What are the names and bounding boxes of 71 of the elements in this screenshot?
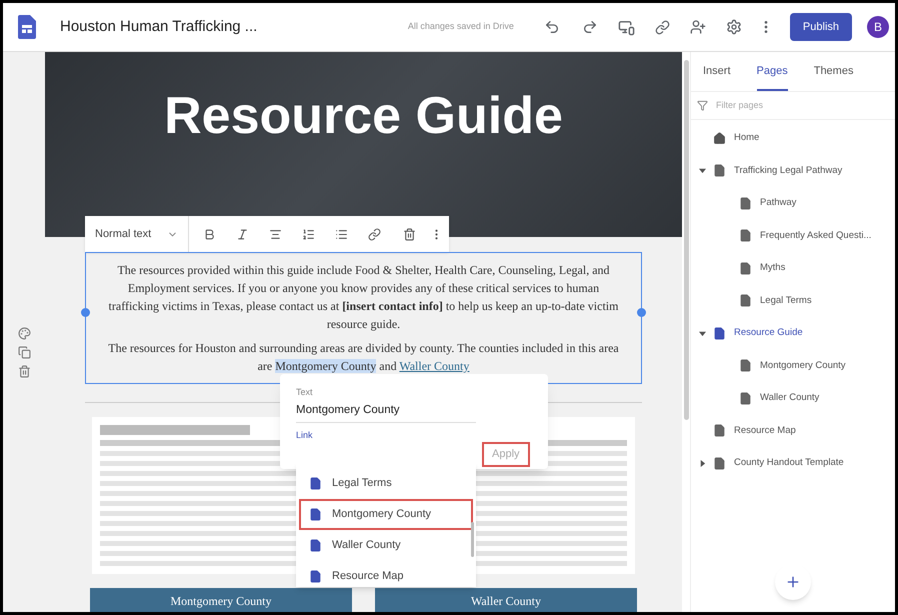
filter-icon <box>697 100 708 111</box>
undo-icon[interactable] <box>544 19 560 35</box>
page-item[interactable]: Trafficking Legal Pathway <box>734 164 842 178</box>
palette-icon[interactable] <box>18 326 30 340</box>
filter-field[interactable]: Filter pages <box>716 98 816 112</box>
page-item[interactable]: Waller County <box>760 391 820 406</box>
page-icon <box>739 359 752 372</box>
suggestion-item[interactable]: Montgomery County <box>299 499 473 530</box>
page-item[interactable]: Montgomery County <box>760 358 846 373</box>
italic-icon[interactable] <box>236 228 249 240</box>
resize-handle[interactable] <box>81 308 90 317</box>
page-icon <box>309 477 322 490</box>
settings-icon[interactable] <box>726 19 742 35</box>
page-item[interactable]: Home <box>734 131 760 146</box>
page-item[interactable]: Legal Terms <box>760 294 812 308</box>
page-icon <box>739 294 752 308</box>
page-icon <box>739 262 752 275</box>
sidebar-tab[interactable]: Insert <box>703 62 731 91</box>
style-dropdown[interactable]: Normal text <box>85 216 189 252</box>
bold-icon[interactable] <box>203 228 216 240</box>
text-field[interactable]: Montgomery County <box>296 400 476 423</box>
page-icon <box>739 229 752 242</box>
page-icon <box>309 508 322 521</box>
save-status: All changes saved in Drive <box>408 20 514 34</box>
page-item[interactable]: Resource Map <box>734 424 796 438</box>
expand-caret-icon[interactable] <box>699 460 706 467</box>
field-label: Link <box>296 428 314 442</box>
share-icon[interactable] <box>690 19 706 35</box>
home-icon <box>713 132 726 145</box>
county-button[interactable]: Montgomery County <box>90 588 352 612</box>
duplicate-icon[interactable] <box>18 346 30 358</box>
resize-handle[interactable] <box>637 308 646 317</box>
site-title[interactable]: Houston Human Trafficking ... <box>60 16 258 38</box>
page-icon <box>713 424 726 438</box>
page-item[interactable]: Frequently Asked Questi... <box>760 228 872 243</box>
intro-paragraph: The resources provided within this guide include Food & Shelter, Health Care, Counseling, Legal, and Employment services. If you or anyone you know provides any of these critical services to human trafficking victims in Texas, please contact us at [insert contact info] to help us keep an up-to-date victim resource guide. <box>108 262 620 333</box>
link-icon[interactable] <box>368 228 381 240</box>
county-button[interactable]: Waller County <box>375 588 637 612</box>
field-label: Text <box>296 386 314 399</box>
redo-icon[interactable] <box>582 19 598 35</box>
delete-icon[interactable] <box>18 364 30 378</box>
link-icon[interactable] <box>654 20 670 34</box>
page-icon <box>739 392 752 405</box>
suggestion-item[interactable]: Resource Map <box>299 561 473 587</box>
page-icon <box>713 456 726 470</box>
page-icon <box>713 164 726 178</box>
page-item[interactable]: Resource Guide <box>734 326 803 340</box>
page-icon <box>739 196 752 210</box>
expand-caret-icon[interactable] <box>699 330 706 337</box>
plus-icon <box>785 574 801 590</box>
counties-paragraph: The resources for Houston and surrounding areas are divided by county. The counties included in this area are Montgomery County and Waller County <box>107 340 620 375</box>
page-icon <box>309 570 322 583</box>
publish-button[interactable]: Publish <box>790 12 852 42</box>
page-item[interactable]: Pathway <box>760 196 796 210</box>
expand-caret-icon[interactable] <box>699 167 706 174</box>
delete-icon[interactable] <box>403 228 416 240</box>
banner-title: Resource Guide <box>164 90 563 142</box>
page-icon <box>713 326 726 340</box>
page-item[interactable]: Myths <box>760 261 786 276</box>
preview-icon[interactable] <box>618 18 635 36</box>
page-icon <box>309 539 322 552</box>
avatar[interactable]: B <box>867 16 889 38</box>
align-center-icon[interactable] <box>269 228 282 240</box>
suggestion-item[interactable]: Waller County <box>299 530 473 561</box>
sidebar-tab[interactable]: Themes <box>814 62 854 91</box>
sites-logo-icon[interactable] <box>18 15 36 39</box>
sidebar-tab[interactable]: Pages <box>756 62 788 91</box>
bulleted-list-icon[interactable] <box>335 228 348 240</box>
suggestion-item[interactable]: Legal Terms <box>299 468 473 499</box>
page-item[interactable]: County Handout Template <box>734 456 844 470</box>
numbered-list-icon[interactable] <box>302 228 315 240</box>
